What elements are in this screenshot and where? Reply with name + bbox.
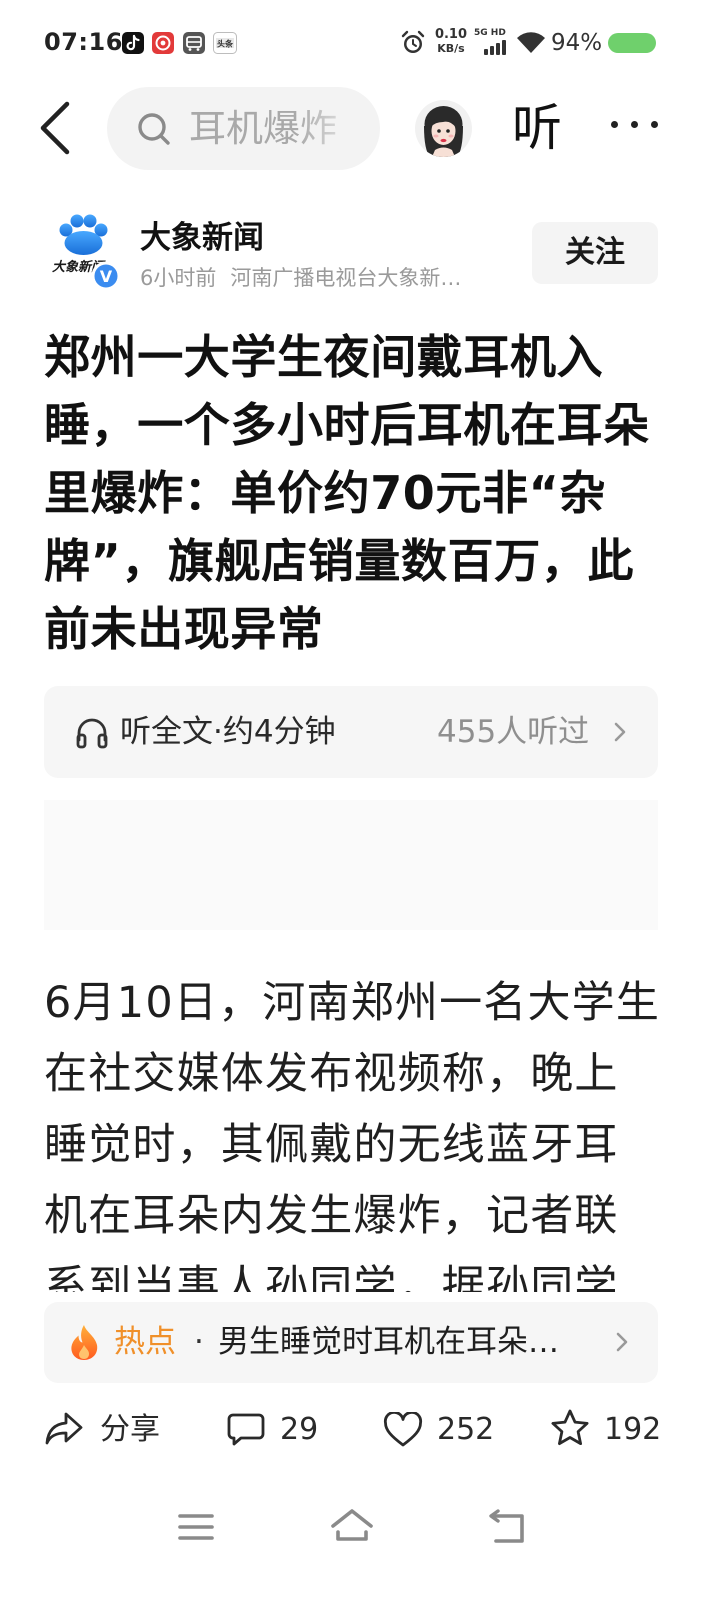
comment-icon: [227, 1413, 265, 1446]
hot-tag: 热点: [114, 1324, 176, 1360]
menu-icon[interactable]: [176, 1510, 216, 1544]
svg-text:头条: 头条: [217, 39, 234, 49]
heart-icon: [383, 1412, 423, 1447]
action-bar: 分享 29 252 192: [0, 1395, 720, 1465]
body-line: 6月10日，河南郑州一名大学生: [44, 978, 661, 1028]
headphones-icon: [76, 718, 108, 749]
network-speed-unit: KB/s: [437, 42, 465, 55]
star-icon: [551, 1409, 589, 1445]
share-icon: [45, 1412, 83, 1445]
chevron-right-icon: [616, 1332, 628, 1352]
listen-label: 听全文·约4分钟: [120, 714, 336, 750]
verified-badge-icon: V: [91, 261, 121, 291]
avatar[interactable]: [415, 100, 472, 157]
red-app-icon: [152, 32, 174, 54]
article-body: 6月10日，河南郑州一名大学生 在社交媒体发布视频称，晚上 睡觉时，其佩戴的无线…: [44, 968, 694, 1292]
wifi-icon: [517, 32, 545, 53]
listen-button[interactable]: 听: [512, 96, 562, 160]
cellular-indicator: 5G HD: [474, 28, 510, 56]
network-type: 5G HD: [474, 28, 506, 38]
article-image-placeholder: [44, 800, 658, 930]
search-icon: [138, 113, 170, 145]
toutiao-icon: 头条: [213, 32, 237, 54]
publisher-source: 河南广播电视台大象新…: [230, 266, 462, 290]
search-bar[interactable]: 耳机爆炸: [107, 87, 380, 170]
article-title: 郑州一大学生夜间戴耳机入 睡，一个多小时后耳机在耳朵 里爆炸：单价约70元非“杂…: [44, 323, 694, 663]
like-count[interactable]: 252: [437, 1410, 494, 1450]
article-page: 07:16 头条 0.10 KB/s 5G HD 94% 耳机爆炸 听 大象新闻…: [0, 0, 720, 1608]
hot-topic-bar[interactable]: 热点 · 男生睡觉时耳机在耳朵…: [44, 1302, 658, 1383]
favorite-count[interactable]: 192: [604, 1410, 661, 1450]
alarm-icon: [401, 30, 425, 53]
status-time: 07:16: [44, 28, 123, 56]
title-line: 里爆炸：单价约70元非“杂: [44, 466, 607, 520]
hot-topic-text: 男生睡觉时耳机在耳朵…: [218, 1324, 559, 1360]
status-bar: 07:16 头条 0.10 KB/s 5G HD 94%: [0, 0, 720, 80]
body-line: 在社交媒体发布视频称，晚上: [44, 1049, 619, 1099]
back-nav-icon[interactable]: [486, 1508, 530, 1546]
listen-full-text-bar[interactable]: 听全文·约4分钟 455人听过: [44, 686, 658, 778]
listener-count: 455人听过: [437, 714, 590, 750]
title-line: 牌”，旗舰店销量数百万，此: [44, 534, 635, 588]
svg-text:V: V: [100, 267, 113, 286]
title-line: 睡，一个多小时后耳机在耳朵: [44, 398, 650, 452]
body-line: 机在耳朵内发生爆炸，记者联: [44, 1191, 619, 1241]
publish-time: 6小时前: [140, 266, 217, 290]
system-nav-bar: [0, 1490, 720, 1570]
chevron-right-icon: [614, 722, 626, 742]
follow-button[interactable]: 关注: [532, 222, 658, 284]
tiktok-icon: [122, 32, 144, 54]
card-app-icon: [183, 32, 205, 54]
signal-bars-icon: [484, 40, 506, 55]
battery-percent: 94%: [551, 30, 603, 56]
title-line: 前未出现异常: [44, 602, 324, 656]
body-line: 睡觉时，其佩戴的无线蓝牙耳: [44, 1120, 619, 1170]
more-icon[interactable]: [611, 121, 658, 128]
battery-icon: [608, 33, 656, 53]
search-query-text: 耳机爆炸: [189, 107, 337, 150]
back-icon[interactable]: [34, 98, 78, 158]
fire-icon: [71, 1325, 98, 1360]
title-line: 郑州一大学生夜间戴耳机入: [44, 330, 604, 384]
body-line: 系到当事人孙同学，据孙同学: [44, 1262, 619, 1292]
publisher-name[interactable]: 大象新闻: [140, 218, 264, 258]
network-speed: 0.10 KB/s: [432, 27, 470, 56]
home-icon[interactable]: [329, 1507, 375, 1545]
publisher-meta: 6小时前 河南广播电视台大象新…: [140, 263, 461, 293]
comment-count[interactable]: 29: [280, 1410, 318, 1450]
publisher-logo[interactable]: 大象新闻 V: [50, 212, 122, 292]
hot-separator: ·: [194, 1324, 204, 1360]
network-speed-value: 0.10: [434, 27, 468, 42]
share-label[interactable]: 分享: [100, 1410, 160, 1450]
